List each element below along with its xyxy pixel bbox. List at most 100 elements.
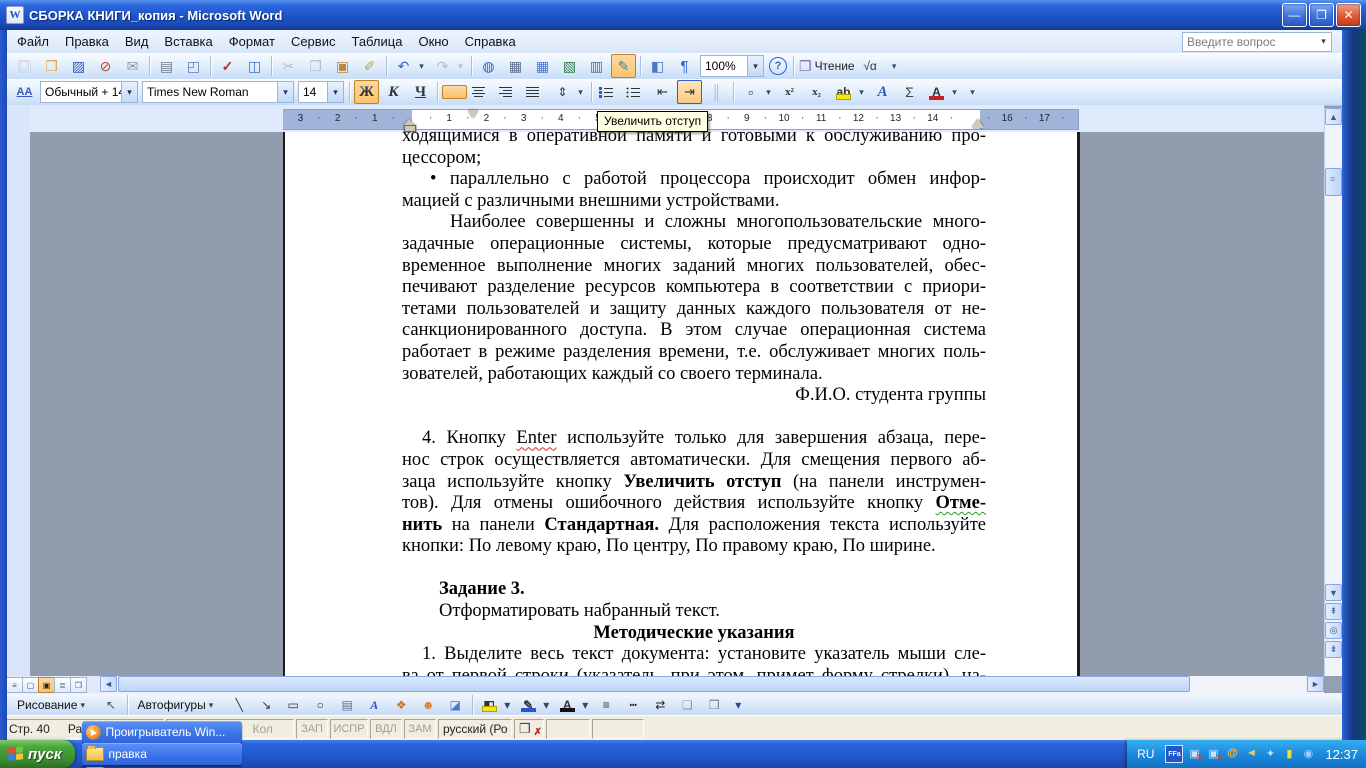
document-line[interactable]: зователей, работающих каждый со своего т… xyxy=(402,364,986,386)
document-line[interactable] xyxy=(402,558,986,580)
document-line[interactable]: Отформатировать набранный текст. xyxy=(402,601,986,623)
normal-view-button[interactable]: ≡ xyxy=(6,677,23,693)
oval-button[interactable]: ○ xyxy=(308,695,333,716)
web-layout-button[interactable]: ▢ xyxy=(22,677,39,693)
arrow-button[interactable]: ↘ xyxy=(254,695,279,716)
chevron-down-icon[interactable]: ▾ xyxy=(747,56,763,76)
font-color-dropdown[interactable]: ▾ xyxy=(948,80,961,104)
taskbar-clock[interactable]: 12:37 xyxy=(1325,747,1358,762)
menu-item-справка[interactable]: Справка xyxy=(457,32,524,51)
clip-art-button[interactable]: ☻ xyxy=(416,695,441,716)
ask-question-input[interactable]: Введите вопрос ▾ xyxy=(1182,31,1332,52)
document-line[interactable]: ходящимися в оперативной памяти и готовы… xyxy=(402,132,986,148)
highlight-button[interactable]: ab xyxy=(831,80,856,104)
redo-button[interactable]: ↷ xyxy=(430,54,455,78)
hyperlink-button[interactable]: ◍ xyxy=(476,54,501,78)
horizontal-scrollbar-thumb[interactable] xyxy=(118,676,1190,692)
start-button[interactable]: пуск xyxy=(0,740,76,768)
open-button[interactable]: ❒ xyxy=(39,54,64,78)
bold-button[interactable]: Ж xyxy=(354,80,379,104)
help-button[interactable]: ? xyxy=(769,57,787,75)
draw-menu-button[interactable]: Рисование ▾ xyxy=(11,695,97,716)
minimize-button[interactable]: — xyxy=(1282,3,1307,27)
chevron-down-icon[interactable]: ▾ xyxy=(121,82,137,102)
document-area[interactable]: ходящимися в оперативной памяти и готовы… xyxy=(30,132,1324,676)
align-justify-button[interactable] xyxy=(523,85,548,99)
print-button[interactable]: ▤ xyxy=(154,54,179,78)
superscript-button[interactable]: x² xyxy=(777,80,802,104)
first-line-indent-marker[interactable] xyxy=(468,110,478,118)
document-line[interactable]: цессором; xyxy=(402,148,986,170)
document-line[interactable]: тетами пользователей и защиту данных каж… xyxy=(402,299,986,321)
chevron-down-icon[interactable]: ▾ xyxy=(277,82,293,102)
sigma-button[interactable]: Σ xyxy=(897,80,922,104)
redo-dropdown[interactable]: ▾ xyxy=(454,54,467,78)
scheduler-tray-icon[interactable]: ✦ xyxy=(1262,745,1278,761)
document-line[interactable]: 4. Кнопку Enter используйте только для з… xyxy=(402,428,986,450)
scroll-left-button[interactable]: ◄ xyxy=(100,676,117,692)
italic-button[interactable]: К xyxy=(381,80,406,104)
wordart-button[interactable]: A xyxy=(870,80,895,104)
document-line[interactable]: печивают разделение ресурсов компьютера … xyxy=(402,277,986,299)
document-line[interactable]: Методические указания xyxy=(402,623,986,645)
menu-item-таблица[interactable]: Таблица xyxy=(343,32,410,51)
show-paragraph-button[interactable]: ¶ xyxy=(672,54,697,78)
document-line[interactable]: санкционированного доступа. В этом случа… xyxy=(402,320,986,342)
format-painter-button[interactable]: ✐ xyxy=(357,54,382,78)
mail-agent-tray-icon[interactable]: @ xyxy=(1224,745,1240,761)
language-indicator[interactable]: RU xyxy=(1137,747,1154,761)
underline-button[interactable]: Ч xyxy=(408,80,433,104)
permission-button[interactable]: ⊘ xyxy=(93,54,118,78)
fill-color-dropdown[interactable]: ▾ xyxy=(501,695,514,716)
chevron-down-icon[interactable]: ▾ xyxy=(1316,36,1331,47)
document-line[interactable]: ва от первой строки (указатель, при этом… xyxy=(402,666,986,676)
subscript-button[interactable]: x₂ xyxy=(804,80,829,104)
vertical-scrollbar-thumb[interactable] xyxy=(1325,168,1342,196)
fill-color-button[interactable]: ◧ xyxy=(477,695,502,716)
chevron-down-icon[interactable]: ▾ xyxy=(327,82,343,102)
draw-font-color-button[interactable]: А xyxy=(555,695,580,716)
document-text[interactable]: ходящимися в оперативной памяти и готовы… xyxy=(402,132,986,676)
line-color-dropdown[interactable]: ▾ xyxy=(540,695,553,716)
document-line[interactable]: Наиболее совершенны и сложны многопользо… xyxy=(402,212,986,234)
network-disconnected-icon[interactable]: ▣ xyxy=(1186,745,1203,763)
document-line[interactable]: 1. Выделите весь текст документа: устано… xyxy=(402,644,986,666)
document-line[interactable]: Ф.И.О. студента группы xyxy=(402,385,986,407)
dash-style-button[interactable]: ┅ xyxy=(621,695,646,716)
toolbar-options-button[interactable]: ▾ xyxy=(732,695,745,716)
print-layout-button[interactable]: ▣ xyxy=(38,677,55,693)
cut-button[interactable]: ✂ xyxy=(276,54,301,78)
styles-pane-button[interactable]: АА xyxy=(12,80,37,104)
document-line[interactable]: мацией с различными внешними устройствам… xyxy=(402,191,986,213)
line-style-button[interactable]: ≡ xyxy=(594,695,619,716)
menu-item-вставка[interactable]: Вставка xyxy=(156,32,220,51)
spelling-button[interactable]: ✓ xyxy=(215,54,240,78)
document-line[interactable]: нить на панели Стандартная. Для располож… xyxy=(402,515,986,537)
status-flag-зам[interactable]: ЗАМ xyxy=(404,718,436,739)
line-spacing-dropdown[interactable]: ▾ xyxy=(574,80,587,104)
increase-indent-button[interactable]: ⇥ xyxy=(677,80,702,104)
rectangle-button[interactable]: ▭ xyxy=(281,695,306,716)
document-line[interactable]: временное выполнение многих заданий мног… xyxy=(402,256,986,278)
insert-excel-button[interactable]: ▧ xyxy=(557,54,582,78)
reading-layout-button[interactable]: ❒ xyxy=(70,677,87,693)
print-preview-button[interactable]: ◰ xyxy=(181,54,206,78)
insert-table-button[interactable]: ▦ xyxy=(530,54,555,78)
distribute-button[interactable]: ║ xyxy=(704,80,729,104)
font-color-button[interactable]: А xyxy=(924,80,949,104)
status-flag-зап[interactable]: ЗАП xyxy=(296,718,328,739)
menu-item-формат[interactable]: Формат xyxy=(221,32,283,51)
document-line[interactable]: нос строк осуществляется автоматически. … xyxy=(402,450,986,472)
align-center-button[interactable] xyxy=(469,85,494,99)
lan-disconnected-icon[interactable]: ▣ xyxy=(1205,745,1222,763)
decrease-indent-button[interactable]: ⇤ xyxy=(650,80,675,104)
outline-view-button[interactable]: ≣ xyxy=(54,677,71,693)
left-indent-marker[interactable] xyxy=(404,119,416,132)
document-line[interactable]: работает в режиме разделения времени, т.… xyxy=(402,342,986,364)
spelling-status-icon[interactable]: ❒ ✗ xyxy=(514,718,544,739)
paste-button[interactable]: ▣ xyxy=(330,54,355,78)
document-map-button[interactable]: ◧ xyxy=(645,54,670,78)
volume-tray-icon[interactable]: ◄ xyxy=(1243,745,1259,761)
research-button[interactable]: ◫ xyxy=(242,54,267,78)
restore-button[interactable]: ❐ xyxy=(1309,3,1334,27)
